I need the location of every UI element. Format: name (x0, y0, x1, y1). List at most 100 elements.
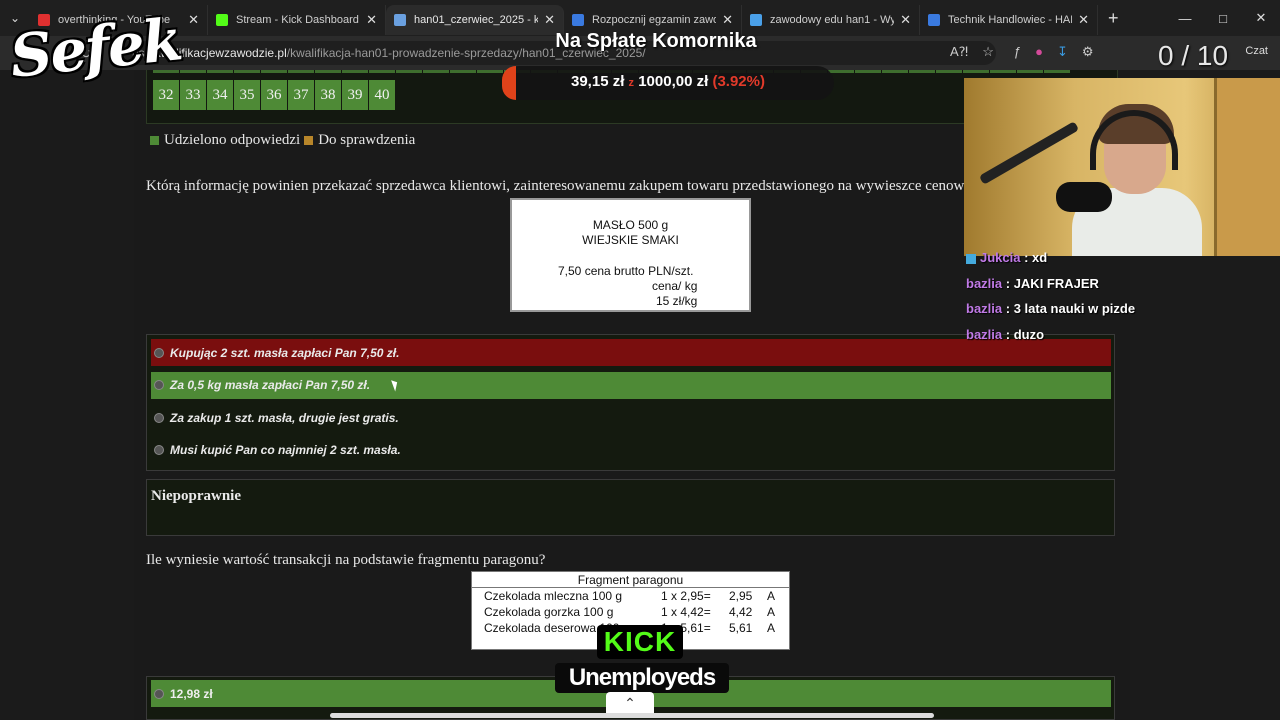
question-cell[interactable] (855, 70, 881, 73)
tab-favicon-icon (572, 14, 584, 26)
question-cell[interactable] (882, 70, 908, 73)
question-number-button[interactable]: 32 (153, 80, 179, 110)
tab-favicon-icon (750, 14, 762, 26)
question-number-button[interactable]: 37 (288, 80, 314, 110)
question-number-button[interactable]: 39 (342, 80, 368, 110)
chat-username[interactable]: bazlia (966, 276, 1002, 291)
goal-amounts: 39,15 zł z 1000,00 zł (3.92%) (502, 73, 834, 90)
chat-overlay: Jukcia : xd bazlia : JAKI FRAJER bazlia : … (966, 250, 1276, 352)
receipt-row: Czekolada mleczna 100 g 1 x 2,95= 2,95 A (484, 589, 784, 604)
new-tab-button[interactable]: + (1108, 8, 1119, 29)
question-cell[interactable] (342, 70, 368, 73)
price-tag-brand: WIEJSKIE SMAKI (582, 233, 679, 247)
question-cell[interactable] (396, 70, 422, 73)
result-box: Niepoprawnie (146, 479, 1115, 536)
price-tag-product: MASŁO 500 g (592, 218, 669, 232)
tab-close-icon[interactable]: ✕ (544, 12, 555, 28)
tab-close-icon[interactable]: ✕ (1078, 12, 1089, 28)
goal-progress-bar: 39,15 zł z 1000,00 zł (3.92%) (502, 66, 834, 100)
chat-username[interactable]: bazlia (966, 301, 1002, 316)
answer-text: Za zakup 1 szt. masła, drugie jest grati… (170, 410, 399, 425)
tab-favicon-icon (928, 14, 940, 26)
chat-text: JAKI FRAJER (1013, 275, 1099, 291)
question-cell[interactable] (477, 70, 503, 73)
answer-text: Za 0,5 kg masła zapłaci Pan 7,50 zł. (170, 378, 371, 392)
receipt-item-total: 4,42 (729, 605, 753, 619)
chat-text: xd (1032, 250, 1048, 265)
receipt-item-name: Czekolada mleczna 100 g (484, 589, 623, 603)
question-cell[interactable] (234, 70, 260, 73)
tab-close-icon[interactable]: ✕ (366, 12, 377, 28)
receipt-item-name: Czekolada gorzka 100 g (484, 605, 614, 619)
chat-badge-icon (966, 253, 976, 264)
question-number-button[interactable]: 34 (207, 80, 233, 110)
receipt-item-total: 2,95 (729, 589, 753, 603)
question-cell[interactable] (450, 70, 476, 73)
horizontal-scrollbar[interactable] (330, 713, 934, 718)
radio-button[interactable] (154, 412, 164, 423)
price-tag-unit-label: cena/ kg (652, 279, 698, 293)
answer-option[interactable]: Musi kupić Pan co najmniej 2 szt. masła. (151, 437, 1111, 464)
goal-title: Na Spłate Komornika (555, 30, 757, 52)
maximize-icon[interactable]: □ (1204, 11, 1242, 26)
question-number-button[interactable]: 38 (315, 80, 341, 110)
receipt-title: Fragment paragonu (577, 573, 684, 587)
question-number-button[interactable]: 40 (369, 80, 395, 110)
question-number-button[interactable]: 33 (180, 80, 206, 110)
goal-percent: (3.92%) (712, 73, 765, 90)
question-cell[interactable] (1017, 70, 1043, 73)
receipt-item-vat: A (767, 589, 776, 603)
question-cell[interactable] (1044, 70, 1070, 73)
chat-text: 3 lata nauki w pizde (1013, 301, 1136, 316)
scroll-up-chevron-icon[interactable]: ⌃ (606, 692, 654, 714)
minimize-icon[interactable]: — (1166, 11, 1204, 26)
tab-close-icon[interactable]: ✕ (900, 12, 911, 28)
question-cell[interactable] (207, 70, 233, 73)
chat-separator: : (1002, 301, 1014, 316)
result-text: Niepoprawnie (151, 488, 241, 504)
tab-close-icon[interactable]: ✕ (188, 12, 199, 28)
answer-text: Kupując 2 szt. masła zapłaci Pan 7,50 zł… (170, 345, 400, 360)
receipt-divider (472, 587, 789, 588)
question-cell[interactable] (963, 70, 989, 73)
chat-message: bazlia : 3 lata nauki w pizde (966, 301, 1276, 327)
receipt-item-qty: 1 x 2,95= (661, 589, 711, 603)
question-number-button[interactable]: 35 (234, 80, 260, 110)
question-number-button[interactable]: 36 (261, 80, 287, 110)
chat-separator: : (1002, 326, 1014, 342)
close-window-icon[interactable]: ✕ (1242, 10, 1280, 26)
question-cell[interactable] (936, 70, 962, 73)
radio-button[interactable] (154, 688, 164, 699)
question-cell[interactable] (288, 70, 314, 73)
tab-title: Rozpocznij egzamin zawodowy (592, 14, 716, 26)
kick-channel-name: Unemployeds (555, 663, 729, 693)
chat-message: bazlia : duzo (966, 327, 1276, 353)
answer-option[interactable]: Za zakup 1 szt. masła, drugie jest grati… (151, 404, 1111, 431)
receipt-item-vat: A (767, 621, 776, 635)
tab-title: han01_czerwiec_2025 - kwalifikacje (414, 14, 538, 26)
question-cell[interactable] (909, 70, 935, 73)
chat-username[interactable]: bazlia (966, 327, 1002, 342)
question-cell[interactable] (261, 70, 287, 73)
question-cell[interactable] (369, 70, 395, 73)
radio-button[interactable] (154, 380, 164, 390)
goal-target: 1000,00 zł (638, 73, 709, 90)
price-tag-image: MASŁO 500 g WIEJSKIE SMAKI 7,50 cena bru… (510, 198, 751, 312)
answer-option[interactable]: Za 0,5 kg masła zapłaci Pan 7,50 zł. (151, 371, 1111, 399)
chat-message: bazlia : JAKI FRAJER (966, 276, 1276, 302)
chat-text: duzo (1013, 326, 1045, 342)
question-cell[interactable] (315, 70, 341, 73)
chat-username[interactable]: Jukcia (980, 250, 1020, 265)
question-cell[interactable] (423, 70, 449, 73)
price-tag-unit-price: 15 zł/kg (656, 294, 698, 308)
receipt-item-total: 5,61 (729, 621, 753, 635)
tab-close-icon[interactable]: ✕ (722, 12, 733, 28)
goal-separator: z (628, 77, 635, 89)
radio-button[interactable] (154, 347, 164, 358)
chat-separator: : (1002, 275, 1014, 291)
answer-text: Musi kupić Pan co najmniej 2 szt. masła. (170, 443, 401, 457)
answer-text: 12,98 zł (170, 686, 213, 701)
question-cell[interactable] (990, 70, 1016, 73)
radio-button[interactable] (154, 445, 164, 455)
webcam-feed (964, 78, 1280, 256)
